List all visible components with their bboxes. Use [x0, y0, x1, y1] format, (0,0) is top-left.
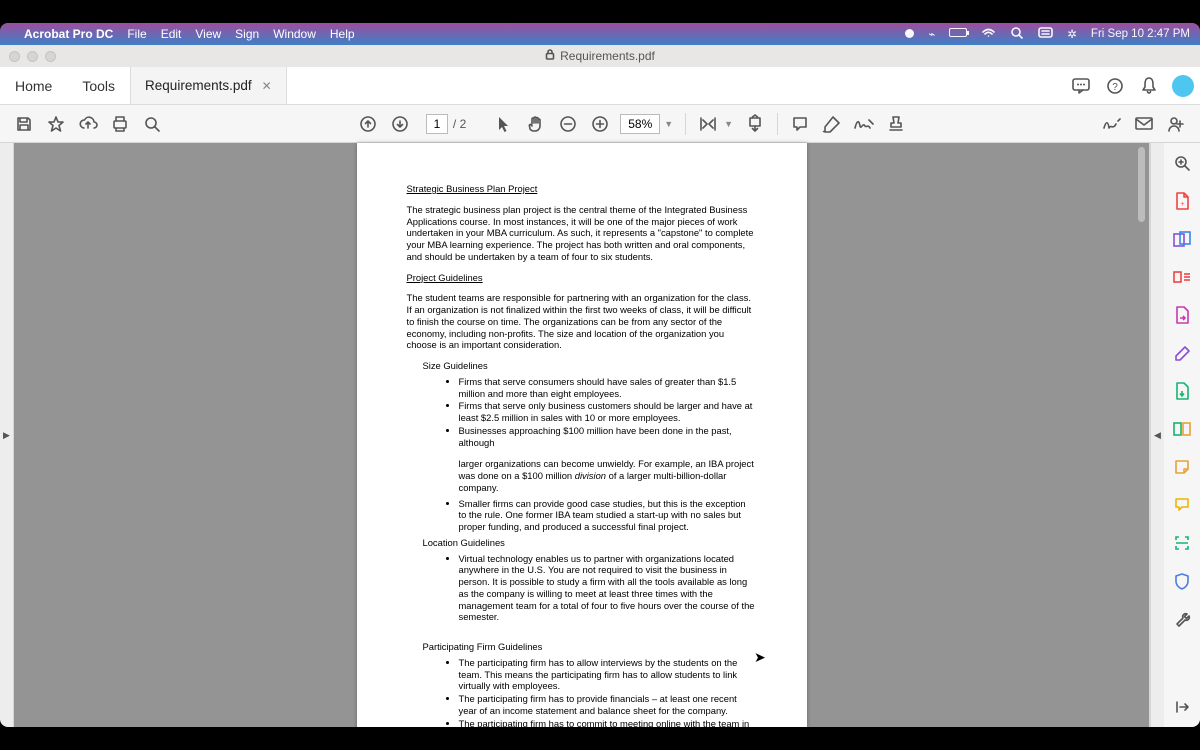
email-icon[interactable]	[1128, 108, 1160, 140]
star-icon[interactable]	[40, 108, 72, 140]
request-sign-icon[interactable]	[1172, 381, 1192, 401]
help-icon[interactable]: ?	[1098, 67, 1132, 104]
cloud-icon: ⌁	[928, 27, 935, 41]
pointer-icon[interactable]	[488, 108, 520, 140]
tab-document[interactable]: Requirements.pdf ✕	[130, 67, 287, 104]
signature-tool-icon[interactable]	[1096, 108, 1128, 140]
page-up-icon[interactable]	[352, 108, 384, 140]
zoom-out-icon[interactable]	[552, 108, 584, 140]
user-switch-icon[interactable]: ✲	[1067, 27, 1077, 41]
menu-edit[interactable]: Edit	[161, 27, 182, 41]
save-icon[interactable]	[8, 108, 40, 140]
record-icon	[905, 28, 914, 40]
right-handle[interactable]: ◀	[1150, 143, 1164, 727]
menu-file[interactable]: File	[127, 27, 146, 41]
zoom-tool-icon[interactable]	[1172, 153, 1192, 173]
pdf-page: Strategic Business Plan Project The stra…	[357, 143, 807, 727]
wifi-icon	[981, 27, 996, 41]
doc-title: Strategic Business Plan Project	[407, 183, 757, 195]
scroll-mode-icon[interactable]	[739, 108, 771, 140]
print-icon[interactable]	[104, 108, 136, 140]
tab-document-label: Requirements.pdf	[145, 78, 252, 93]
comment-icon[interactable]	[784, 108, 816, 140]
traffic-lights[interactable]	[9, 51, 56, 62]
spotlight-icon[interactable]	[1010, 26, 1024, 43]
svg-text:?: ?	[1112, 82, 1118, 93]
stamp-icon[interactable]	[880, 108, 912, 140]
close-tab-icon[interactable]: ✕	[262, 79, 272, 93]
doc-intro: The strategic business plan project is t…	[407, 204, 757, 263]
cloud-upload-icon[interactable]	[72, 108, 104, 140]
doc-part-heading: Participating Firm Guidelines	[423, 641, 757, 653]
doc-loc-heading: Location Guidelines	[423, 537, 757, 549]
svg-text:+: +	[1180, 201, 1184, 208]
find-icon[interactable]	[136, 108, 168, 140]
tabs-row: Home Tools Requirements.pdf ✕ ?	[0, 67, 1200, 105]
hand-tool-icon[interactable]	[520, 108, 552, 140]
doc-size-list2: Smaller firms can provide good case stud…	[459, 498, 757, 533]
scan-icon[interactable]	[1172, 533, 1192, 553]
sign-icon[interactable]	[848, 108, 880, 140]
organize-icon[interactable]	[1172, 267, 1192, 287]
doc-size-list: Firms that serve consumers should have s…	[459, 376, 757, 449]
window-title: Requirements.pdf	[560, 49, 655, 63]
page-number-input[interactable]	[426, 114, 448, 134]
window-titlebar: Requirements.pdf	[0, 45, 1200, 67]
bell-icon[interactable]	[1132, 67, 1166, 104]
left-panel-toggle[interactable]: ▶	[0, 143, 14, 727]
collapse-panel-icon[interactable]	[1172, 697, 1192, 717]
highlight-icon[interactable]	[816, 108, 848, 140]
doc-loc-list: Virtual technology enables us to partner…	[459, 553, 757, 624]
tab-tools[interactable]: Tools	[67, 67, 130, 104]
doc-size-cont: larger organizations can become unwieldy…	[459, 458, 757, 493]
edit-pdf-icon[interactable]	[1172, 343, 1192, 363]
export-pdf-icon[interactable]	[1172, 305, 1192, 325]
battery-icon	[949, 28, 967, 40]
zoom-in-icon[interactable]	[584, 108, 616, 140]
lock-icon	[545, 49, 555, 63]
menu-help[interactable]: Help	[330, 27, 355, 41]
doc-size-heading: Size Guidelines	[423, 360, 757, 372]
scrollbar[interactable]	[1138, 147, 1145, 222]
zoom-input[interactable]	[620, 114, 660, 134]
compare-icon[interactable]	[1172, 419, 1192, 439]
combine-icon[interactable]	[1172, 229, 1192, 249]
chat-icon[interactable]	[1064, 67, 1098, 104]
fit-dropdown-icon[interactable]: ▼	[724, 119, 733, 129]
doc-p2: The student teams are responsible for pa…	[407, 292, 757, 351]
right-tool-panel: +	[1164, 143, 1200, 727]
page-down-icon[interactable]	[384, 108, 416, 140]
more-tools-icon[interactable]	[1172, 609, 1192, 629]
app-name[interactable]: Acrobat Pro DC	[24, 27, 113, 41]
fit-width-icon[interactable]	[692, 108, 724, 140]
zoom-dropdown-icon[interactable]: ▼	[664, 119, 673, 129]
profile-avatar[interactable]	[1166, 67, 1200, 104]
doc-h2: Project Guidelines	[407, 272, 757, 284]
create-pdf-icon[interactable]: +	[1172, 191, 1192, 211]
sticky-note-icon[interactable]	[1172, 457, 1192, 477]
page-total: / 2	[453, 117, 466, 131]
tab-home[interactable]: Home	[0, 67, 67, 104]
protect-icon[interactable]	[1172, 571, 1192, 591]
control-center-icon[interactable]	[1038, 27, 1053, 42]
doc-part-list: The participating firm has to allow inte…	[459, 657, 757, 727]
menu-window[interactable]: Window	[273, 27, 316, 41]
share-user-icon[interactable]	[1160, 108, 1192, 140]
comment-tool-icon[interactable]	[1172, 495, 1192, 515]
document-canvas[interactable]: Strategic Business Plan Project The stra…	[14, 143, 1150, 727]
menu-sign[interactable]: Sign	[235, 27, 259, 41]
menu-view[interactable]: View	[195, 27, 221, 41]
clock: Fri Sep 10 2:47 PM	[1091, 28, 1190, 40]
mac-menubar: Acrobat Pro DC File Edit View Sign Windo…	[0, 23, 1200, 45]
main-toolbar: / 2 ▼ ▼	[0, 105, 1200, 143]
